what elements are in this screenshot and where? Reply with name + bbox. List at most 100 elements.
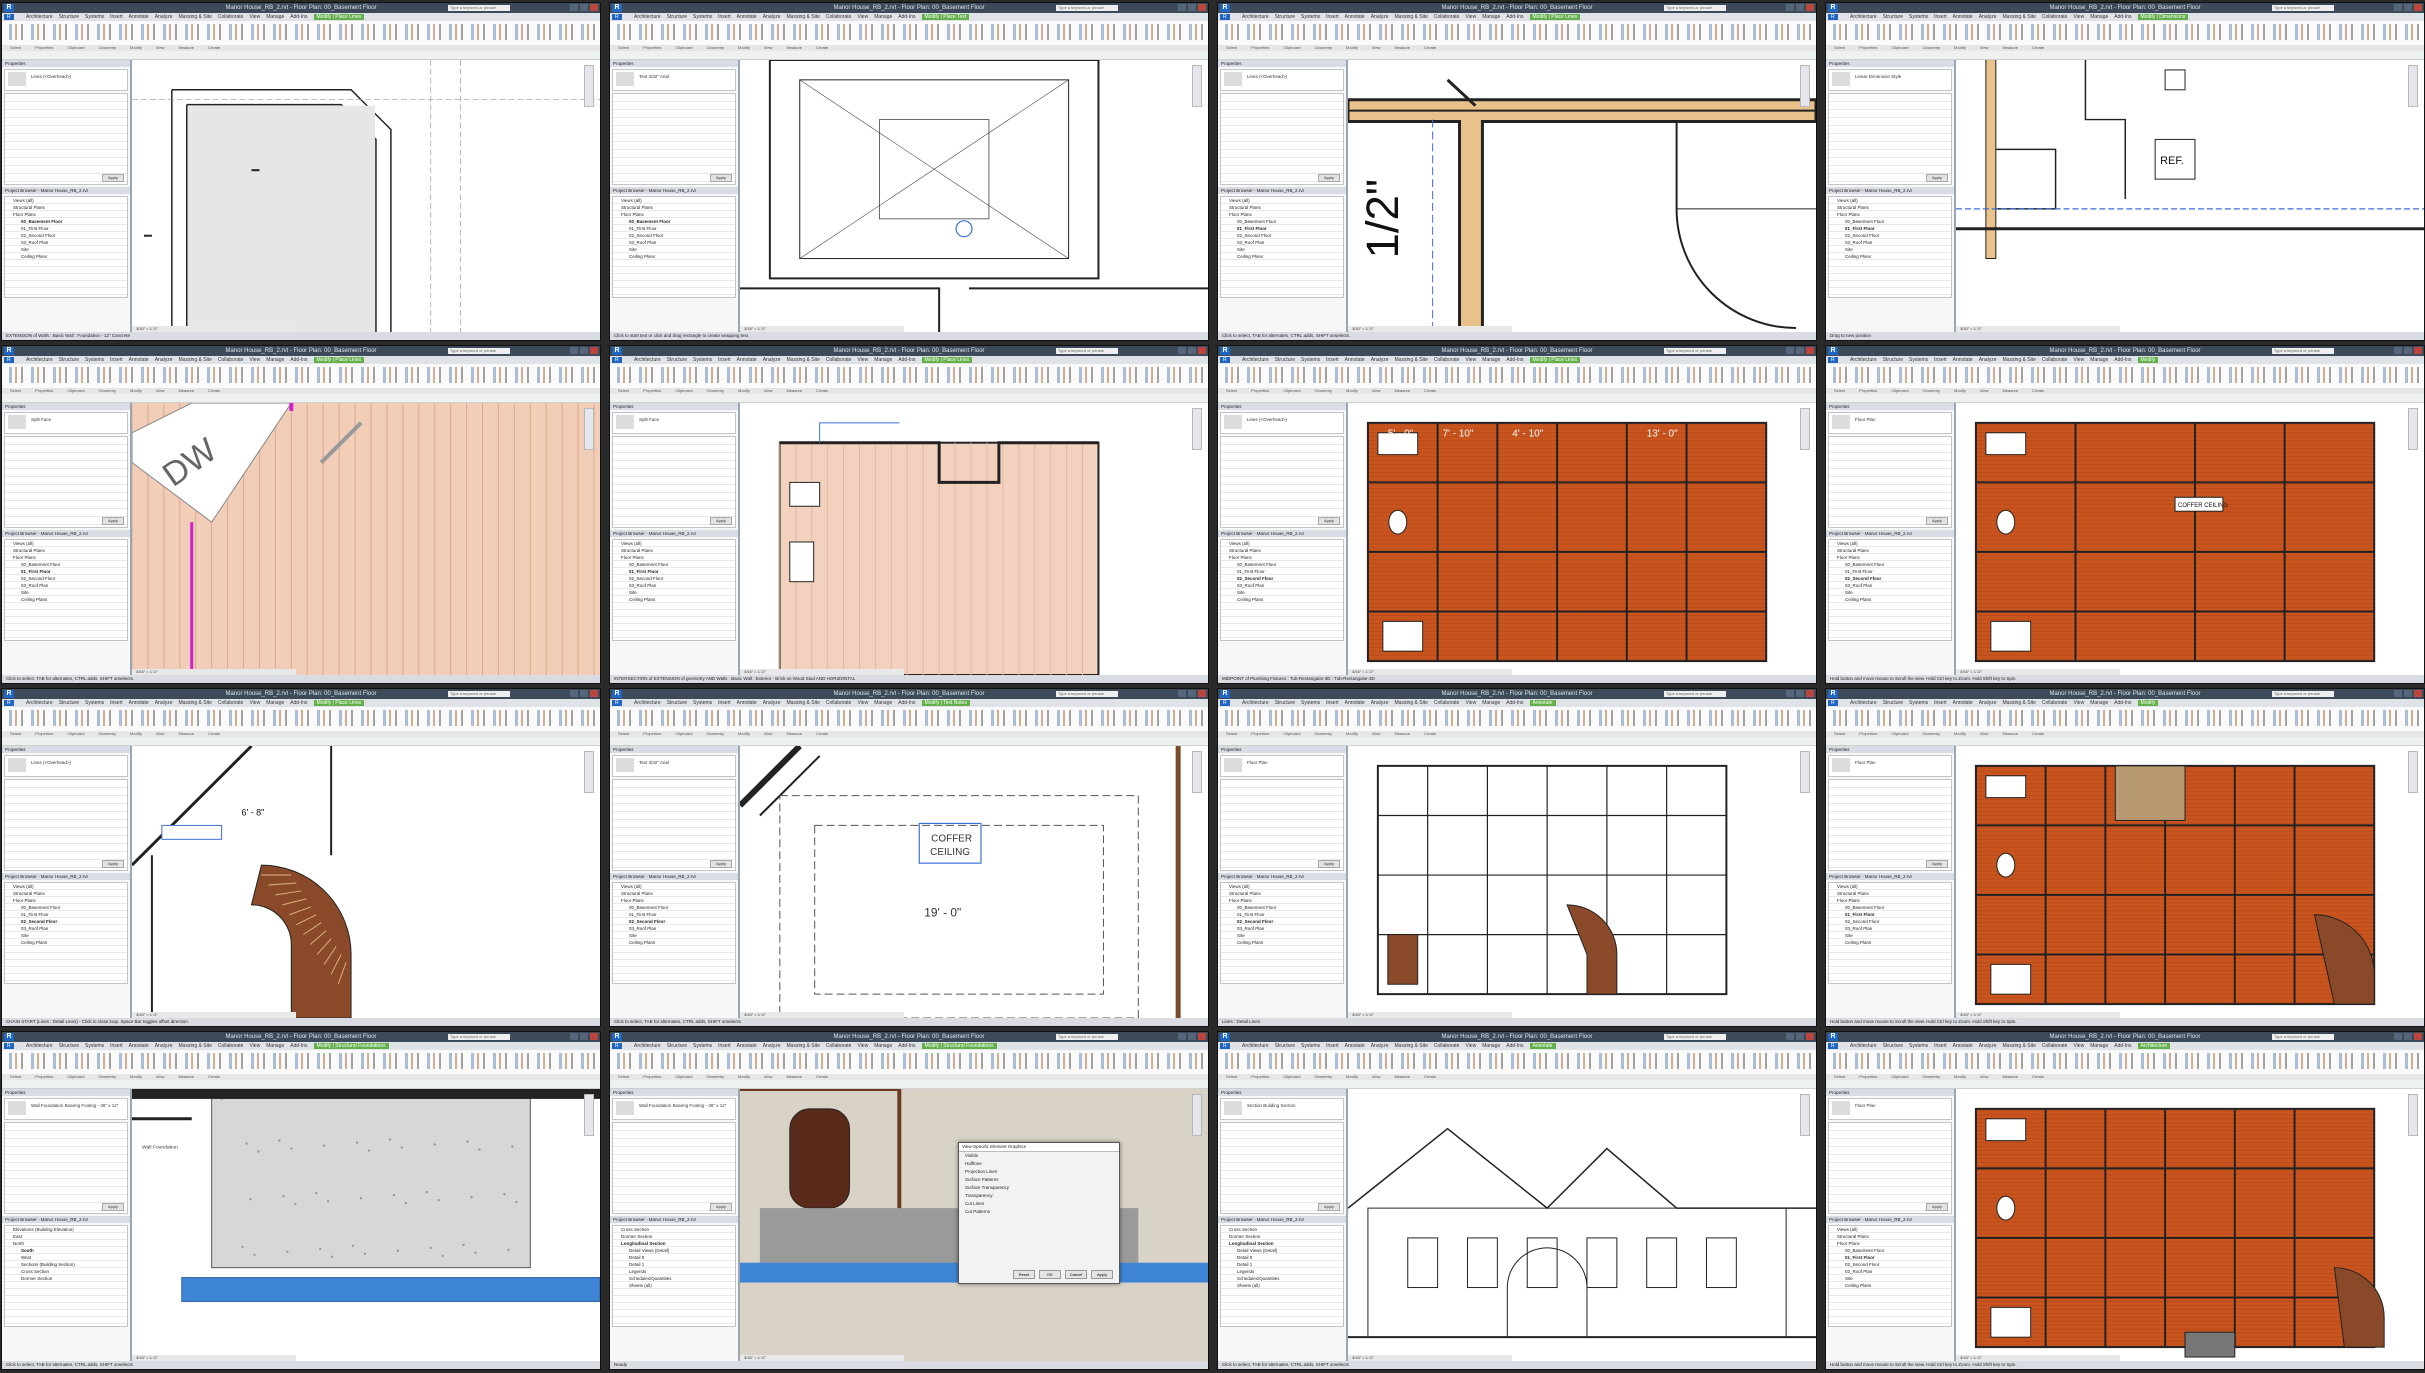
drawing-view[interactable] [1348, 746, 1816, 1018]
browser-tree-item[interactable]: Detail Views (Detail) [613, 1247, 735, 1254]
browser-tree-item[interactable]: 01_First Floor [5, 568, 127, 575]
ribbon-tab[interactable]: Analyze [1979, 1043, 1997, 1049]
search-input[interactable]: Type a keyword or phrase [1056, 691, 1118, 697]
browser-tree-item[interactable]: Views (all) [1221, 540, 1343, 547]
apply-button[interactable]: Apply [710, 1203, 732, 1211]
options-bar[interactable] [1218, 737, 1816, 746]
ribbon-tab[interactable]: Structure [1883, 700, 1903, 706]
ribbon-tab[interactable]: Architecture [1850, 1043, 1877, 1049]
browser-tree-item[interactable]: Structural Plans [1829, 890, 1951, 897]
maximize-icon[interactable] [2404, 4, 2412, 11]
ribbon-tab[interactable]: Architecture [1850, 14, 1877, 20]
browser-tree-item[interactable]: Floor Plans [5, 554, 127, 561]
ribbon-tab[interactable]: Manage [2090, 700, 2108, 706]
browser-tree-item[interactable]: 03_Roof Plan [1829, 582, 1951, 589]
drawing-canvas[interactable] [740, 60, 1208, 332]
file-tab[interactable]: R [1220, 357, 1230, 363]
ribbon-tab[interactable]: Insert [110, 1043, 123, 1049]
ribbon-tab[interactable]: Manage [1482, 700, 1500, 706]
apply-button[interactable]: Apply [1926, 174, 1948, 182]
context-tab[interactable]: Annotate [1529, 1043, 1556, 1049]
search-input[interactable]: Type a keyword or phrase [2272, 348, 2334, 354]
dialog-option[interactable]: Visible [959, 1152, 1119, 1160]
navigation-bar[interactable] [1800, 65, 1810, 107]
project-browser-tree[interactable]: Elevations (Building Elevation) East North… [4, 1225, 128, 1327]
ribbon-tab[interactable]: Structure [1883, 1043, 1903, 1049]
ribbon-tab[interactable]: Annotate [129, 700, 149, 706]
file-tab[interactable]: R [1828, 700, 1838, 706]
properties-table[interactable]: Apply [4, 436, 128, 528]
browser-tree-item[interactable]: Legends [613, 1268, 735, 1275]
ribbon-tab[interactable]: Massing & Site [179, 14, 212, 20]
close-icon[interactable] [1198, 4, 1206, 11]
ribbon-tab[interactable]: Annotate [1345, 700, 1365, 706]
ribbon-tab[interactable]: Architecture [634, 357, 661, 363]
ribbon-tab[interactable]: Analyze [763, 357, 781, 363]
type-selector[interactable]: Wall Foundation Bearing Footing - 36" x … [612, 1098, 736, 1120]
ribbon-tab[interactable]: Collaborate [218, 357, 244, 363]
search-input[interactable]: Type a keyword or phrase [1056, 1034, 1118, 1040]
drawing-canvas[interactable] [740, 403, 1208, 675]
browser-tree-item[interactable]: 00_Basement Floor [1829, 1247, 1951, 1254]
ribbon-tab[interactable]: Structure [59, 700, 79, 706]
ribbon-tab[interactable]: Systems [693, 14, 712, 20]
ribbon-tab[interactable]: Collaborate [1434, 14, 1460, 20]
ribbon-tab[interactable]: Add-Ins [290, 1043, 307, 1049]
drawing-canvas[interactable] [1348, 1089, 1816, 1361]
properties-table[interactable]: Apply [612, 93, 736, 185]
ribbon-tab[interactable]: Annotate [129, 1043, 149, 1049]
ribbon-tab[interactable]: Analyze [1371, 1043, 1389, 1049]
ribbon-tab[interactable]: Systems [693, 357, 712, 363]
ribbon-tab[interactable]: Add-Ins [898, 14, 915, 20]
ribbon-tab[interactable]: Massing & Site [1395, 1043, 1428, 1049]
browser-tree-item[interactable]: Ceiling Plans [613, 939, 735, 946]
project-browser-tree[interactable]: Views (all) Structural Plans Floor Plans 00… [1220, 196, 1344, 298]
browser-tree-item[interactable]: Floor Plans [613, 211, 735, 218]
project-browser-tree[interactable]: Views (all) Structural Plans Floor Plans 00… [1220, 539, 1344, 641]
ribbon-tab[interactable]: View [249, 357, 260, 363]
options-bar[interactable] [1826, 1080, 2424, 1089]
ribbon-tool-icons[interactable] [1222, 710, 1812, 726]
ribbon-tab[interactable]: Structure [667, 1043, 687, 1049]
browser-tree-item[interactable]: 03_Roof Plan [1829, 925, 1951, 932]
browser-tree-item[interactable]: 02_Second Floor [1829, 575, 1951, 582]
browser-tree-item[interactable]: Sheets (all) [1221, 1282, 1343, 1289]
maximize-icon[interactable] [580, 1033, 588, 1040]
browser-tree-item[interactable]: Structural Plans [1829, 1233, 1951, 1240]
context-tab[interactable]: Modify | Place Lines [313, 357, 365, 363]
ribbon-tab[interactable]: Structure [1275, 357, 1295, 363]
browser-tree-item[interactable]: 01_First Floor [5, 911, 127, 918]
ribbon-tab[interactable]: Annotate [1953, 14, 1973, 20]
context-tab[interactable]: Modify | Place Lines [313, 14, 365, 20]
browser-tree-item[interactable]: Views (all) [1829, 883, 1951, 890]
ribbon-tab[interactable]: Manage [1482, 1043, 1500, 1049]
ribbon-tab[interactable]: Massing & Site [179, 1043, 212, 1049]
browser-tree-item[interactable]: 01_First Floor [1829, 225, 1951, 232]
ribbon-tab[interactable]: Collaborate [826, 14, 852, 20]
drawing-canvas[interactable] [132, 60, 600, 332]
browser-tree-item[interactable]: 00_Basement Floor [5, 561, 127, 568]
properties-table[interactable]: Apply [612, 436, 736, 528]
ribbon-tab[interactable]: Systems [1301, 700, 1320, 706]
navigation-bar[interactable] [584, 751, 594, 793]
drawing-view[interactable] [740, 403, 1208, 675]
browser-tree-item[interactable]: 01_First Floor [613, 568, 735, 575]
browser-tree-item[interactable]: 03_Roof Plan [5, 925, 127, 932]
ribbon-tab[interactable]: Architecture [1242, 357, 1269, 363]
properties-table[interactable]: Apply [1828, 779, 1952, 871]
file-tab[interactable]: R [612, 1043, 622, 1049]
project-browser-tree[interactable]: Views (all) Structural Plans Floor Plans 00… [4, 196, 128, 298]
browser-tree-item[interactable]: 01_First Floor [1829, 1254, 1951, 1261]
context-tab[interactable]: Modify [2137, 357, 2159, 363]
browser-tree-item[interactable]: Ceiling Plans [1829, 1282, 1951, 1289]
apply-button[interactable]: Apply [102, 517, 124, 525]
ribbon-tab[interactable]: Systems [85, 1043, 104, 1049]
ribbon-tab[interactable]: Manage [2090, 357, 2108, 363]
ribbon-tab[interactable]: Add-Ins [1506, 700, 1523, 706]
file-tab[interactable]: R [1220, 1043, 1230, 1049]
dialog-button[interactable]: OK [1039, 1270, 1061, 1279]
browser-tree-item[interactable]: 03_Roof Plan [1221, 239, 1343, 246]
ribbon-tab[interactable]: Structure [59, 357, 79, 363]
ribbon-tab[interactable]: Collaborate [1434, 700, 1460, 706]
apply-button[interactable]: Apply [102, 1203, 124, 1211]
